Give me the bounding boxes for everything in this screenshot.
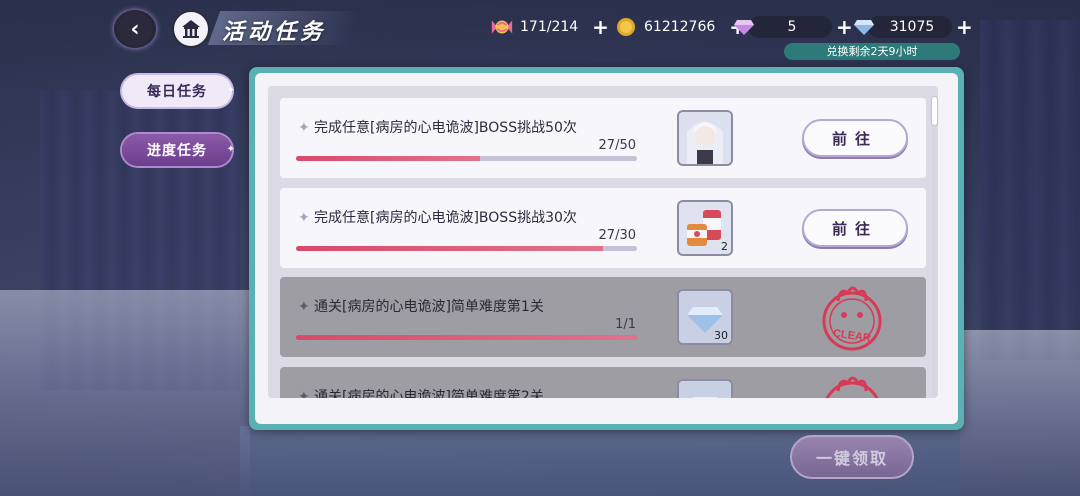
back-button[interactable]: ‹	[114, 10, 156, 48]
task-list[interactable]: ✦ 完成任意[病房的心电诡波]BOSS挑战50次 27/50 前往 ✦ 完成任意…	[268, 86, 938, 398]
sparkle-icon: ✦	[226, 144, 236, 155]
tab-label: 进度任务	[147, 143, 207, 159]
back-arrow-icon: ‹	[130, 16, 140, 42]
task-name: 完成任意[病房的心电诡波]BOSS挑战50次	[314, 120, 577, 136]
reward-quantity: 30	[714, 329, 728, 342]
home-button[interactable]	[172, 10, 210, 48]
reward-item[interactable]: 30	[677, 289, 733, 345]
gold-value: 61212766	[644, 19, 716, 35]
reward-item[interactable]: 2	[677, 200, 733, 256]
tab-daily-tasks[interactable]: 每日任务 ✦	[122, 75, 235, 107]
task-name: 通关[病房的心电诡波]简单难度第1关	[314, 299, 544, 315]
clear-stamp-label: CLEAR	[832, 327, 871, 344]
page-title: 活动任务	[222, 20, 327, 45]
task-progress-fill	[296, 335, 637, 340]
sparkle-icon: ✦	[226, 85, 236, 96]
task-progress-text: 27/30	[598, 228, 636, 243]
sparkle-icon: ✦	[298, 299, 310, 315]
clear-stamp-icon	[825, 376, 879, 398]
home-icon	[182, 20, 200, 38]
curtain-right	[980, 20, 1080, 360]
reward-quantity: 2	[721, 240, 728, 253]
coin-icon	[614, 15, 638, 39]
add-stamina-button[interactable]: +	[592, 15, 609, 39]
exchange-timer-badge: 兑换剩余2天9小时	[784, 43, 960, 60]
gold-resource: 61212766 +	[614, 14, 746, 40]
sparkle-icon: ✦	[298, 210, 310, 226]
free-gem-resource: 31075 +	[852, 14, 973, 40]
go-button[interactable]: 前往	[802, 119, 908, 157]
task-row: ✦ 通关[病房的心电诡波]简单难度第1关 1/1 30 CLEAR	[280, 277, 926, 357]
hospital-bed-right	[960, 330, 1080, 496]
tab-label: 每日任务	[147, 84, 207, 100]
task-name: 通关[病房的心电诡波]简单难度第2关	[314, 389, 544, 398]
hospital-bed-left	[0, 290, 250, 496]
task-progress-bar	[296, 246, 637, 251]
claim-all-button[interactable]: 一键领取	[790, 435, 914, 479]
task-list-scrollbar[interactable]	[932, 97, 937, 397]
diamond-icon	[679, 381, 731, 398]
stamina-value: 171/214	[520, 19, 579, 35]
task-progress-text: 1/1	[615, 317, 636, 332]
character-portrait-icon	[679, 112, 731, 164]
sparkle-icon: ✦	[298, 120, 310, 136]
scrollbar-thumb[interactable]	[932, 97, 937, 125]
task-row: ✦ 完成任意[病房的心电诡波]BOSS挑战30次 27/30 2 前往	[280, 188, 926, 268]
task-progress-text: 27/50	[598, 138, 636, 153]
stamina-resource: 171/214 +	[490, 14, 609, 40]
reward-item[interactable]	[677, 379, 733, 398]
candy-icon	[490, 15, 514, 39]
add-paid-gem-button[interactable]: +	[836, 15, 853, 39]
blue-diamond-icon	[852, 15, 876, 39]
free-gem-value: 31075	[889, 19, 935, 35]
task-progress-bar	[296, 156, 637, 161]
paid-gem-value: 5	[787, 19, 797, 35]
go-button[interactable]: 前往	[802, 209, 908, 247]
task-row: ✦ 完成任意[病房的心电诡波]BOSS挑战50次 27/50 前往	[280, 98, 926, 178]
task-name: 完成任意[病房的心电诡波]BOSS挑战30次	[314, 210, 577, 226]
add-free-gem-button[interactable]: +	[956, 15, 973, 39]
task-progress-bar	[296, 335, 637, 340]
purple-diamond-icon	[732, 15, 756, 39]
task-progress-fill	[296, 156, 481, 161]
tab-progress-tasks[interactable]: 进度任务 ✦	[122, 134, 235, 166]
clear-stamp-icon: CLEAR	[822, 286, 882, 351]
task-progress-fill	[296, 246, 603, 251]
reward-item[interactable]	[677, 110, 733, 166]
paid-gem-resource: 5 +	[732, 14, 853, 40]
task-row: ✦ 通关[病房的心电诡波]简单难度第2关	[280, 367, 926, 398]
sparkle-icon: ✦	[298, 389, 310, 398]
